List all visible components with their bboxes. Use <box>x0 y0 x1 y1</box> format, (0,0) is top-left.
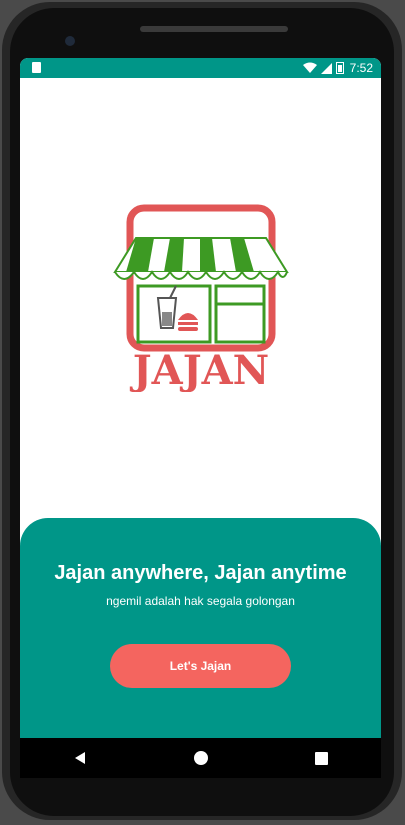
sd-card-icon <box>32 62 41 73</box>
status-time: 7:52 <box>349 61 373 75</box>
earpiece-speaker <box>140 26 288 32</box>
front-camera <box>65 36 75 46</box>
status-bar: 7:52 <box>20 58 381 78</box>
battery-icon <box>335 62 344 74</box>
recents-icon[interactable] <box>315 751 328 765</box>
lets-jajan-button[interactable]: Let's Jajan <box>110 644 291 688</box>
app-screen: 7:52 JAJAN Jajan anywhere, Jajan anytime… <box>20 58 381 778</box>
panel-subtitle: ngemil adalah hak segala golongan <box>106 594 295 608</box>
signal-icon <box>320 62 332 74</box>
logo-text: JAJAN <box>130 347 269 392</box>
panel-title: Jajan anywhere, Jajan anytime <box>54 562 347 584</box>
wifi-icon <box>302 62 317 73</box>
home-icon[interactable] <box>193 750 209 766</box>
back-icon[interactable] <box>73 751 87 765</box>
jajan-logo: JAJAN <box>113 204 289 392</box>
navigation-bar <box>20 738 381 778</box>
